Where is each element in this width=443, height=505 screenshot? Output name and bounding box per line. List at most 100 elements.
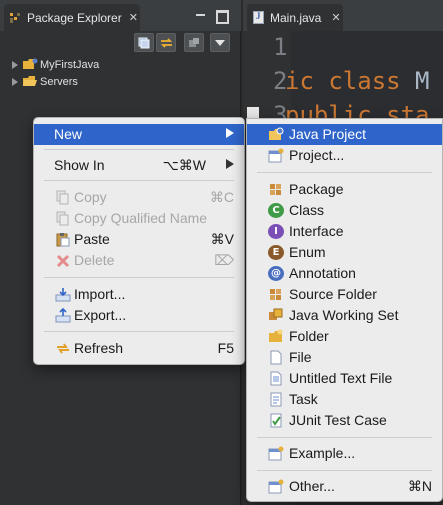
maximize-icon[interactable] <box>215 9 229 24</box>
package-explorer-tab-label: Package Explorer <box>27 10 122 25</box>
close-icon[interactable]: ✕ <box>331 11 340 24</box>
editor-tab-main-java[interactable]: Main.java ✕ <box>247 4 343 31</box>
paste-icon <box>55 232 71 247</box>
menu-item-label: Copy Qualified Name <box>74 210 208 226</box>
menu-item-label: Show In <box>54 157 105 173</box>
view-menu-icon[interactable] <box>210 33 230 52</box>
submenu-item-java-project[interactable]: Java Project <box>247 124 442 145</box>
eclipse-window: Package Explorer ✕ MyFirstJava Servers J… <box>0 0 443 505</box>
annotation-icon: @ <box>268 266 284 281</box>
menu-shortcut: ⌘N <box>407 478 432 494</box>
project-icon <box>268 148 284 163</box>
expand-arrow-icon[interactable] <box>12 77 18 86</box>
submenu-item-project[interactable]: Project... <box>247 145 442 166</box>
delete-icon <box>55 253 71 268</box>
menu-item-label: Task <box>289 391 318 407</box>
menu-shortcut: ⌦ <box>214 252 234 268</box>
menu-item-label: Project... <box>289 147 345 163</box>
menu-item-label: Interface <box>289 223 344 239</box>
submenu-item-annotation[interactable]: @ Annotation <box>247 263 442 284</box>
tree-item-servers[interactable]: Servers <box>0 73 241 90</box>
menu-item-label: File <box>289 349 312 365</box>
submenu-item-other[interactable]: Other... ⌘N <box>247 476 442 497</box>
context-menu: New Show In ⌥⌘W Copy ⌘C Copy Qualified N… <box>33 117 245 365</box>
submenu-item-task[interactable]: Task <box>247 389 442 410</box>
folder-icon <box>22 75 38 88</box>
code-keyword: ic class <box>285 67 401 95</box>
menu-item-paste[interactable]: Paste ⌘V <box>34 229 244 250</box>
submenu-item-folder[interactable]: Folder <box>247 326 442 347</box>
java-project-icon <box>268 127 284 142</box>
copy-icon <box>55 211 71 226</box>
menu-item-label: New <box>54 126 83 142</box>
other-wizard-icon <box>268 479 284 494</box>
minimize-icon[interactable] <box>195 9 207 21</box>
submenu-item-class[interactable]: C Class <box>247 200 442 221</box>
working-set-icon <box>268 308 284 323</box>
java-file-icon <box>253 11 264 24</box>
package-explorer-tab[interactable]: Package Explorer ✕ <box>4 4 140 31</box>
menu-separator <box>44 149 234 150</box>
submenu-item-junit-test-case[interactable]: JUnit Test Case <box>247 410 442 431</box>
submenu-arrow-icon <box>226 159 234 169</box>
submenu-arrow-icon <box>226 128 234 138</box>
menu-item-import[interactable]: Import... <box>34 284 244 305</box>
menu-item-export[interactable]: Export... <box>34 305 244 326</box>
line-number: 1 <box>273 33 288 61</box>
close-icon[interactable]: ✕ <box>129 11 138 24</box>
collapse-all-icon[interactable] <box>134 33 154 52</box>
menu-separator <box>257 172 432 173</box>
menu-separator <box>44 180 234 181</box>
tree-item-label: MyFirstJava <box>40 58 100 71</box>
package-icon <box>268 182 284 197</box>
project-tree: MyFirstJava Servers <box>0 56 241 90</box>
menu-item-label: Import... <box>74 286 126 302</box>
submenu-item-untitled-text-file[interactable]: Untitled Text File <box>247 368 442 389</box>
submenu-item-file[interactable]: File <box>247 347 442 368</box>
menu-separator <box>257 470 432 471</box>
file-icon <box>268 350 284 365</box>
menu-item-label: JUnit Test Case <box>289 412 387 428</box>
menu-shortcut: ⌥⌘W <box>162 157 206 173</box>
source-folder-icon <box>268 287 284 302</box>
menu-separator <box>44 331 234 332</box>
interface-icon: I <box>268 224 284 239</box>
editor-tabbar: Main.java ✕ <box>243 0 443 31</box>
task-icon <box>268 392 284 407</box>
menu-item-delete: Delete ⌦ <box>34 250 244 271</box>
submenu-item-source-folder[interactable]: Source Folder <box>247 284 442 305</box>
tree-item-label: Servers <box>40 75 78 88</box>
import-icon <box>55 287 71 302</box>
menu-item-new[interactable]: New <box>34 124 244 145</box>
menu-item-label: Export... <box>74 307 127 323</box>
submenu-item-enum[interactable]: E Enum <box>247 242 442 263</box>
submenu-item-interface[interactable]: I Interface <box>247 221 442 242</box>
menu-item-label: Class <box>289 202 325 218</box>
menu-item-label: Enum <box>289 244 326 260</box>
menu-item-label: Source Folder <box>289 286 377 302</box>
menu-item-label: Copy <box>74 189 107 205</box>
submenu-item-example[interactable]: Example... <box>247 443 442 464</box>
menu-item-label: Folder <box>289 328 329 344</box>
java-project-folder-icon <box>22 58 38 71</box>
menu-item-label: Example... <box>289 445 356 461</box>
menu-item-copy-qualified-name: Copy Qualified Name <box>34 208 244 229</box>
export-icon <box>55 307 71 323</box>
expand-arrow-icon[interactable] <box>12 60 18 69</box>
menu-shortcut: F5 <box>217 340 234 356</box>
submenu-item-java-working-set[interactable]: Java Working Set <box>247 305 442 326</box>
filter-icon[interactable] <box>184 33 204 52</box>
tree-item-myfirstjava[interactable]: MyFirstJava <box>0 56 241 73</box>
menu-item-label: Refresh <box>74 340 124 356</box>
package-explorer-toolbar <box>0 31 241 55</box>
menu-separator <box>44 277 234 278</box>
menu-item-label: Java Project <box>289 126 367 142</box>
menu-item-show-in[interactable]: Show In ⌥⌘W <box>34 155 244 176</box>
example-icon <box>268 446 284 461</box>
menu-item-label: Paste <box>74 231 110 247</box>
junit-icon <box>268 413 284 428</box>
link-with-editor-icon[interactable] <box>156 33 176 52</box>
submenu-item-package[interactable]: Package <box>247 179 442 200</box>
enum-icon: E <box>268 245 284 260</box>
menu-item-refresh[interactable]: Refresh F5 <box>34 338 244 359</box>
